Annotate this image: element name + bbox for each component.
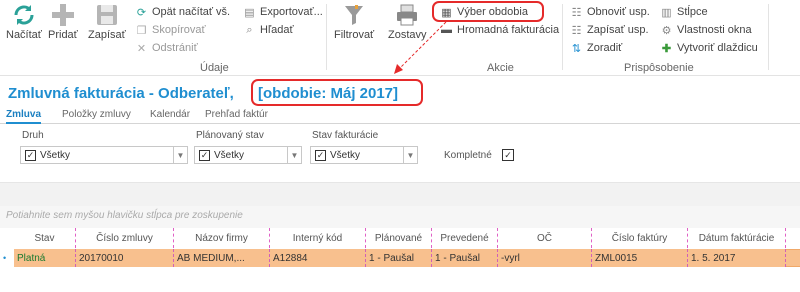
column-header[interactable]: Prevedené — [432, 228, 498, 248]
planned-filter-dropdown[interactable]: ✓ Všetky ▼ — [194, 146, 302, 164]
plus-icon — [51, 4, 74, 26]
reload-icon — [14, 5, 34, 25]
chevron-down-icon: ▼ — [173, 147, 187, 163]
group-label-customize: Prispôsobenie — [624, 62, 694, 74]
cell-transferred[interactable]: 1 - Paušal — [432, 249, 498, 267]
floppy-disk-icon — [96, 5, 117, 25]
cell-invoicing-date[interactable]: 1. 5. 2017 — [688, 249, 786, 267]
column-header[interactable]: Interný kód — [270, 228, 366, 248]
cell-contract-number[interactable]: 20170010 — [76, 249, 174, 267]
tab-contract-items[interactable]: Položky zmluvy — [62, 107, 131, 124]
column-header[interactable]: Názov firmy — [174, 228, 270, 248]
sort-icon: ⇅ — [571, 42, 582, 55]
type-filter-label: Druh — [22, 130, 44, 141]
refresh-settings-icon: ☷ — [571, 6, 582, 19]
reload-all-button[interactable]: ⟳ Opät načítať vš. — [135, 4, 230, 20]
group-label-actions: Akcie — [487, 62, 514, 74]
add-button[interactable]: Pridať — [48, 2, 78, 41]
save-settings-button[interactable]: ☷ Zapísať usp. — [570, 22, 649, 38]
gear-icon: ⚙ — [661, 24, 672, 37]
chevron-down-icon: ▼ — [287, 147, 301, 163]
tab-calendar[interactable]: Kalendár — [150, 107, 190, 124]
column-header[interactable]: Stav — [14, 228, 76, 248]
columns-button[interactable]: ▥ Stĺpce — [660, 4, 707, 20]
row-indicator: • — [3, 253, 7, 263]
copy-icon: ❐ — [136, 24, 147, 37]
window-props-button[interactable]: ⚙ Vlastnosti okna — [660, 22, 752, 38]
page-title-bar: Zmluvná fakturácia - Odberateľ, [obdobie… — [0, 77, 800, 107]
plus-small-icon: ✚ — [661, 42, 672, 55]
search-icon: ⌕ — [246, 23, 253, 36]
search-button[interactable]: ⌕ Hľadať — [243, 22, 293, 38]
tab-contract[interactable]: Zmluva — [6, 107, 42, 124]
chevron-down-icon: ▼ — [403, 147, 417, 163]
ribbon-divider — [326, 4, 327, 70]
reload-button[interactable]: Načítať — [6, 2, 42, 41]
tab-invoice-overview[interactable]: Prehľad faktúr — [205, 107, 268, 124]
columns-icon: ▥ — [661, 6, 672, 19]
page-title: Zmluvná fakturácia - Odberateľ, — [8, 85, 234, 102]
check-icon: ✓ — [199, 149, 210, 161]
filter-button[interactable]: Filtrovať — [334, 2, 374, 41]
invoicing-filter-dropdown[interactable]: ✓ Všetky ▼ — [310, 146, 418, 164]
check-icon: ✓ — [25, 149, 36, 161]
cell-invoice-number[interactable]: ZML0015 — [592, 249, 688, 267]
cell-company-name[interactable]: AB MEDIUM,... — [174, 249, 270, 267]
tab-bar: Zmluva Položky zmluvy Kalendár Prehľad f… — [0, 107, 800, 124]
planned-filter-label: Plánovaný stav — [196, 130, 264, 141]
complete-filter-label: Kompletné — [444, 150, 492, 161]
create-tile-button[interactable]: ✚ Vytvoriť dlaždicu — [660, 40, 758, 56]
complete-checkbox[interactable]: ✓ — [502, 149, 514, 161]
ribbon-divider — [768, 4, 769, 70]
invoicing-filter-label: Stav fakturácie — [312, 130, 379, 141]
funnel-icon — [345, 5, 364, 25]
filter-footer-bar — [0, 182, 800, 206]
ribbon-divider — [562, 4, 563, 70]
check-icon: ✓ — [315, 149, 326, 161]
annotation-highlight-period — [251, 79, 423, 106]
copy-button[interactable]: ❐ Skopírovať — [135, 22, 206, 38]
column-header[interactable]: Číslo zmluvy — [76, 228, 174, 248]
group-hint-text: Potiahnite sem myšou hlavičku stĺpca pre… — [6, 210, 243, 221]
cell-internal-code[interactable]: A12884 — [270, 249, 366, 267]
close-icon: ✕ — [136, 42, 147, 55]
group-by-panel[interactable]: Potiahnite sem myšou hlavičku stĺpca pre… — [0, 206, 800, 228]
column-header[interactable]: Plánované — [366, 228, 432, 248]
type-filter-dropdown[interactable]: ✓ Všetky ▼ — [20, 146, 188, 164]
export-button[interactable]: ▤ Exportovať... — [243, 4, 323, 20]
cell-planned[interactable]: 1 - Paušal — [366, 249, 432, 267]
data-grid: Stav Číslo zmluvy Názov firmy Interný kó… — [0, 228, 800, 292]
delete-button[interactable]: ✕ Odstrániť — [135, 40, 198, 56]
column-header[interactable]: Dátum faktúrácie — [688, 228, 786, 248]
save-button[interactable]: Zapísať — [88, 2, 126, 41]
filter-panel: Druh ✓ Všetky ▼ Plánovaný stav ✓ Všetky … — [0, 124, 800, 182]
sort-button[interactable]: ⇅ Zoradiť — [570, 40, 622, 56]
group-label-data: Údaje — [200, 62, 229, 74]
cell-status[interactable]: Platná — [14, 249, 76, 267]
annotation-arrow — [394, 21, 447, 74]
save-settings-icon: ☷ — [571, 24, 582, 37]
export-icon: ▤ — [244, 6, 255, 19]
refresh-settings-button[interactable]: ☷ Obnoviť usp. — [570, 4, 650, 20]
cell-oc[interactable]: -vyrl — [498, 249, 592, 267]
column-header[interactable]: OČ — [498, 228, 592, 248]
reload-small-icon: ⟳ — [136, 6, 147, 19]
column-header[interactable]: Číslo faktúry — [592, 228, 688, 248]
